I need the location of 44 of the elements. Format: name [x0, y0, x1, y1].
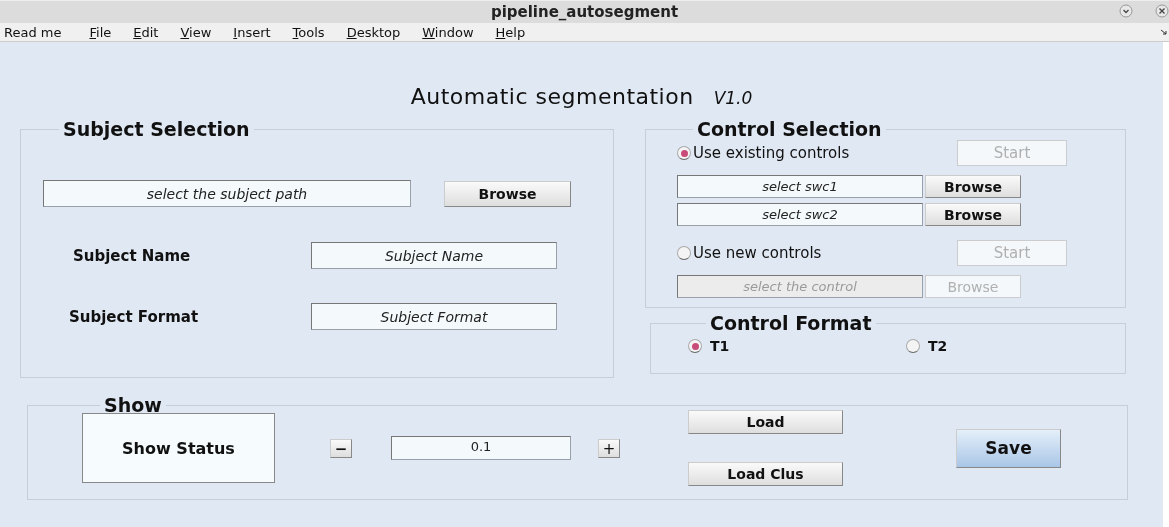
radio-label: T1 [710, 338, 730, 354]
radio-label: T2 [928, 338, 948, 354]
panel-title: Subject Selection [62, 118, 251, 140]
close-icon[interactable] [1155, 4, 1169, 18]
load-button[interactable]: Load Clus [688, 462, 843, 486]
menu-item[interactable]: Desktop [346, 24, 401, 40]
file-field[interactable]: select swc2 [677, 203, 923, 226]
radio-label: Use new controls [693, 244, 822, 262]
app-heading: Automatic segmentation [410, 84, 694, 109]
radio-button[interactable] [677, 246, 691, 260]
status-display: Show Status [82, 413, 275, 483]
path-field[interactable]: select the subject path [43, 180, 411, 207]
version-label: V1.0 [713, 88, 753, 108]
value-field[interactable]: 0.1 [391, 436, 571, 460]
menu-item[interactable]: View [180, 24, 212, 40]
menu-item[interactable]: Insert [233, 24, 271, 40]
file-field[interactable]: select swc1 [677, 175, 923, 198]
menu-item[interactable]: Help [495, 24, 526, 40]
menu-item[interactable]: File [89, 24, 112, 40]
radio-button[interactable] [906, 339, 920, 353]
panel-title: Show [103, 394, 163, 416]
panel-title: Control Selection [696, 118, 883, 140]
browse-button[interactable]: Browse [925, 203, 1021, 226]
radio-button[interactable] [677, 146, 691, 160]
decrement-button[interactable]: − [330, 438, 352, 458]
load-button[interactable]: Load [688, 410, 843, 434]
radio-button[interactable] [688, 339, 702, 353]
field-label: Subject Name [72, 246, 192, 265]
increment-button[interactable]: + [598, 438, 620, 458]
menu-item[interactable]: Tools [292, 24, 325, 40]
save-button[interactable]: Save [956, 428, 1061, 468]
window-title: pipeline_autosegment [490, 3, 679, 21]
browse-button[interactable]: Browse [925, 175, 1021, 198]
radio-label: Use existing controls [693, 144, 850, 162]
dock-arrow-icon[interactable] [1161, 29, 1167, 35]
browse-button[interactable]: Browse [444, 180, 571, 207]
panel-title: Control Format [709, 312, 873, 334]
menu-item[interactable]: Read me [4, 24, 62, 40]
minimize-icon[interactable] [1119, 4, 1133, 18]
field-label: Subject Format [68, 307, 200, 326]
menu-item[interactable]: Window [422, 24, 474, 40]
menu-item[interactable]: Edit [133, 24, 159, 40]
text-field[interactable]: Subject Name [311, 242, 557, 269]
text-field[interactable]: Subject Format [311, 303, 557, 330]
